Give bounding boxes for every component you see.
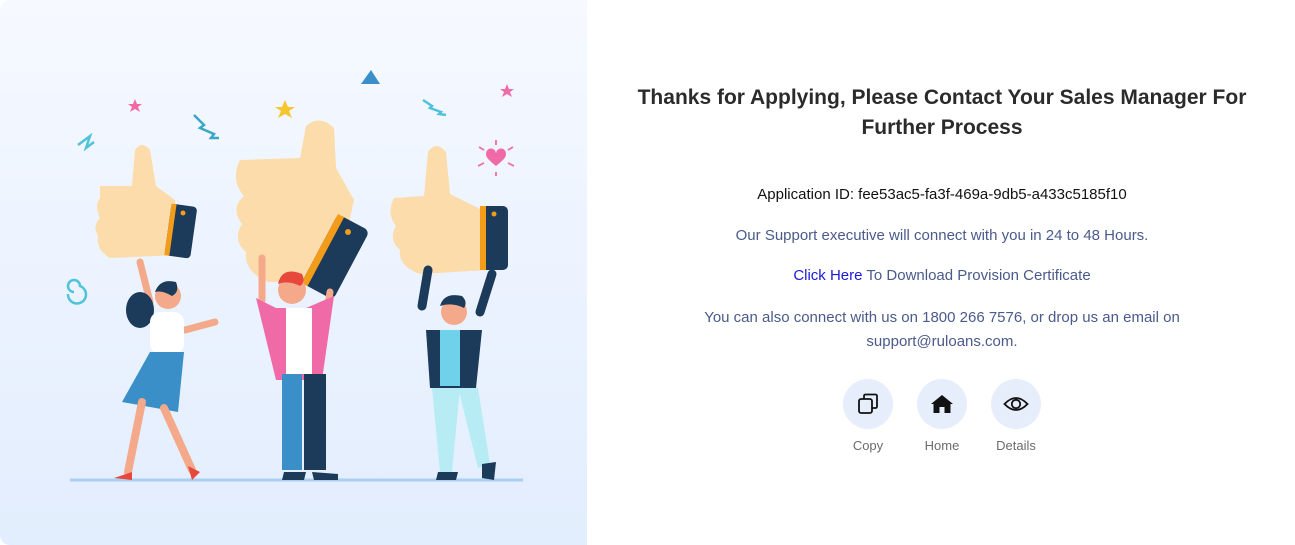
message-panel: Thanks for Applying, Please Contact Your…: [587, 0, 1295, 545]
heart-sparkle: [477, 140, 515, 176]
thumbs-up-center: [235, 120, 368, 298]
eye-icon: [1003, 397, 1029, 411]
confirmation-card: Thanks for Applying, Please Contact Your…: [0, 0, 1295, 545]
home-button-circle[interactable]: [917, 379, 967, 429]
download-description: To Download Provision Certificate: [862, 267, 1091, 284]
home-button[interactable]: Home: [917, 379, 967, 453]
person-woman: [114, 258, 219, 480]
copy-label: Copy: [852, 438, 884, 453]
copy-button[interactable]: Copy: [843, 379, 893, 453]
support-message: Our Support executive will connect with …: [735, 227, 1149, 244]
confetti-zigzag: [193, 114, 219, 140]
download-certificate-link[interactable]: Click Here: [793, 267, 862, 284]
confetti-star: [275, 100, 295, 118]
contact-message: You can also connect with us on 1800 266…: [704, 309, 1180, 350]
confetti-triangle: [361, 70, 380, 84]
illustration-panel: [0, 0, 587, 545]
thumbs-up-left: [95, 145, 197, 259]
home-label: Home: [924, 438, 960, 453]
home-icon: [931, 395, 953, 413]
celebration-illustration: [66, 70, 523, 482]
action-buttons: Copy Home Details: [843, 379, 1041, 453]
copy-icon: [858, 393, 878, 414]
confetti-star: [128, 99, 142, 112]
copy-button-circle[interactable]: [843, 379, 893, 429]
confetti-zigzag: [77, 132, 95, 152]
thumbs-up-right: [390, 146, 508, 274]
details-button-circle[interactable]: [991, 379, 1041, 429]
confetti-star: [500, 84, 514, 97]
download-line: Click Here To Download Provision Certifi…: [627, 267, 1257, 284]
page-title: Thanks for Applying, Please Contact Your…: [637, 86, 1247, 139]
application-id: Application ID: fee53ac5-fa3f-469a-9db5-…: [757, 186, 1127, 203]
person-man-navy: [417, 265, 497, 480]
details-button[interactable]: Details: [991, 379, 1041, 453]
confetti-zigzag: [422, 98, 447, 117]
details-label: Details: [996, 438, 1036, 453]
confetti-swirl: [66, 278, 88, 305]
